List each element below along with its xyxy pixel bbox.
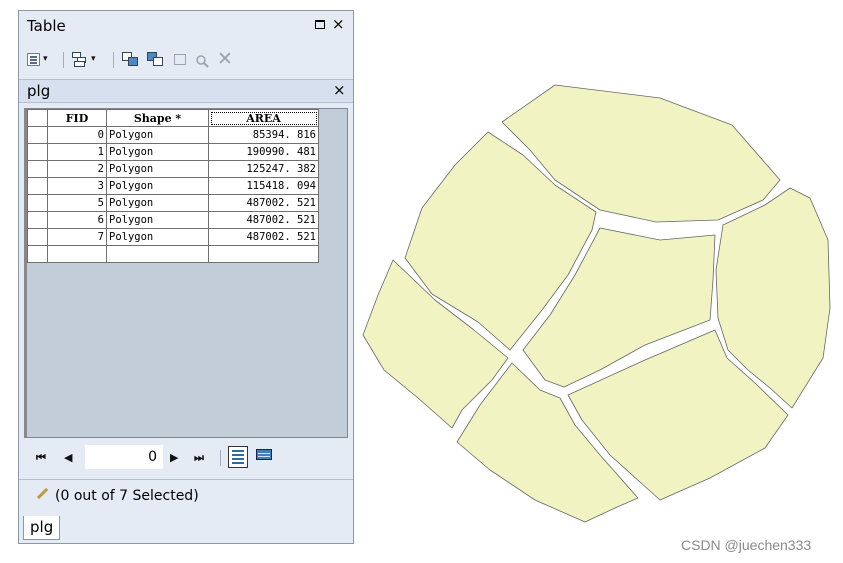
- previous-record-button[interactable]: ◀: [64, 451, 72, 464]
- edit-pencil-icon: [36, 487, 49, 500]
- toolbar-separator: [113, 52, 114, 68]
- table-row[interactable]: 1 Polygon 190990. 481: [27, 143, 319, 161]
- cell-fid[interactable]: 6: [47, 211, 107, 229]
- table-row[interactable]: 7 Polygon 487002. 521: [27, 228, 319, 246]
- row-selector[interactable]: [27, 126, 48, 144]
- cell-shape[interactable]: Polygon: [106, 228, 209, 246]
- zoom-to-selected-icon: [195, 53, 210, 68]
- record-navigator: ⏮ ◀ 0 ▶ ⏭: [24, 443, 348, 473]
- zoom-to-selected-button[interactable]: [195, 49, 210, 69]
- cell-shape[interactable]: Polygon: [106, 143, 209, 161]
- clear-selection-button[interactable]: [174, 49, 186, 69]
- clear-selection-icon: [174, 53, 186, 65]
- column-header-fid[interactable]: FID: [47, 109, 107, 127]
- cell-area[interactable]: [208, 245, 319, 263]
- close-icon[interactable]: ×: [332, 15, 345, 33]
- toolbar-separator: [63, 52, 64, 68]
- navigator-separator: [220, 450, 221, 466]
- row-selector[interactable]: [27, 194, 48, 212]
- close-icon[interactable]: ×: [333, 81, 346, 99]
- cell-shape[interactable]: Polygon: [106, 126, 209, 144]
- column-header-shape[interactable]: Shape *: [106, 109, 209, 127]
- related-tables-button[interactable]: ▾: [72, 49, 96, 69]
- cell-area[interactable]: 487002. 521: [208, 194, 319, 212]
- column-header-area[interactable]: AREA: [208, 109, 319, 127]
- cell-fid[interactable]: 3: [47, 177, 107, 195]
- chevron-down-icon: ▾: [91, 54, 96, 64]
- cell-fid[interactable]: 1: [47, 143, 107, 161]
- row-selector[interactable]: [27, 143, 48, 161]
- cell-shape[interactable]: Polygon: [106, 177, 209, 195]
- status-bar: (0 out of 7 Selected): [19, 479, 353, 514]
- delete-selected-icon: ✕: [217, 47, 233, 70]
- cell-shape[interactable]: Polygon: [106, 160, 209, 178]
- table-window: Table × ▾ ▾ ✕ plg × FID Shape * AREA 0 P…: [18, 10, 354, 544]
- cell-area[interactable]: 115418. 094: [208, 177, 319, 195]
- restore-icon[interactable]: [315, 20, 325, 29]
- map-view[interactable]: [360, 80, 840, 530]
- cell-fid[interactable]: 7: [47, 228, 107, 246]
- select-by-attributes-button[interactable]: [122, 49, 139, 69]
- row-selector[interactable]: [27, 228, 48, 246]
- cell-fid[interactable]: [47, 245, 107, 263]
- table-row[interactable]: 3 Polygon 115418. 094: [27, 177, 319, 195]
- row-selector-header[interactable]: [27, 109, 48, 127]
- table-row[interactable]: 2 Polygon 125247. 382: [27, 160, 319, 178]
- attribute-table: FID Shape * AREA 0 Polygon 85394. 816 1 Poly…: [27, 109, 319, 263]
- cell-fid[interactable]: 2: [47, 160, 107, 178]
- cell-shape[interactable]: [106, 245, 209, 263]
- cell-fid[interactable]: 5: [47, 194, 107, 212]
- row-selector[interactable]: [27, 160, 48, 178]
- row-selector[interactable]: [27, 211, 48, 229]
- cell-area[interactable]: 487002. 521: [208, 228, 319, 246]
- cell-area[interactable]: 85394. 816: [208, 126, 319, 144]
- cell-area[interactable]: 125247. 382: [208, 160, 319, 178]
- chevron-down-icon: ▾: [43, 54, 48, 64]
- select-by-attributes-icon: [122, 51, 139, 67]
- first-record-button[interactable]: ⏮: [36, 451, 46, 465]
- table-tab-label[interactable]: plg: [27, 82, 50, 100]
- delete-selected-button[interactable]: ✕: [217, 49, 233, 69]
- cell-fid[interactable]: 0: [47, 126, 107, 144]
- show-selected-records-icon[interactable]: [256, 449, 272, 460]
- show-all-records-icon[interactable]: [228, 446, 248, 468]
- title-bar[interactable]: Table ×: [19, 11, 353, 39]
- record-number-input[interactable]: 0: [85, 445, 163, 469]
- cell-area[interactable]: 190990. 481: [208, 143, 319, 161]
- watermark: CSDN @juechen333: [681, 537, 812, 553]
- last-record-button[interactable]: ⏭: [194, 451, 204, 465]
- record-number-value: 0: [148, 449, 157, 465]
- header-row: FID Shape * AREA: [27, 109, 319, 127]
- table-options-icon: [27, 52, 40, 66]
- table-tab-strip: plg ×: [19, 79, 353, 103]
- switch-selection-button[interactable]: [147, 49, 164, 69]
- selection-status: (0 out of 7 Selected): [55, 488, 199, 504]
- cell-shape[interactable]: Polygon: [106, 194, 209, 212]
- attribute-grid[interactable]: FID Shape * AREA 0 Polygon 85394. 816 1 Poly…: [24, 108, 348, 438]
- table-toolbar: ▾ ▾ ✕: [19, 45, 353, 75]
- bottom-table-tab[interactable]: plg: [23, 516, 61, 540]
- row-selector[interactable]: [27, 245, 48, 263]
- window-title: Table: [27, 17, 66, 35]
- table-options-button[interactable]: ▾: [27, 49, 48, 69]
- cell-shape[interactable]: Polygon: [106, 211, 209, 229]
- related-tables-icon: [72, 51, 88, 67]
- next-record-button[interactable]: ▶: [170, 451, 178, 464]
- table-row[interactable]: 6 Polygon 487002. 521: [27, 211, 319, 229]
- switch-selection-icon: [147, 51, 164, 67]
- new-row[interactable]: [27, 245, 319, 263]
- row-selector[interactable]: [27, 177, 48, 195]
- cell-area[interactable]: 487002. 521: [208, 211, 319, 229]
- table-row[interactable]: 5 Polygon 487002. 521: [27, 194, 319, 212]
- table-row[interactable]: 0 Polygon 85394. 816: [27, 126, 319, 144]
